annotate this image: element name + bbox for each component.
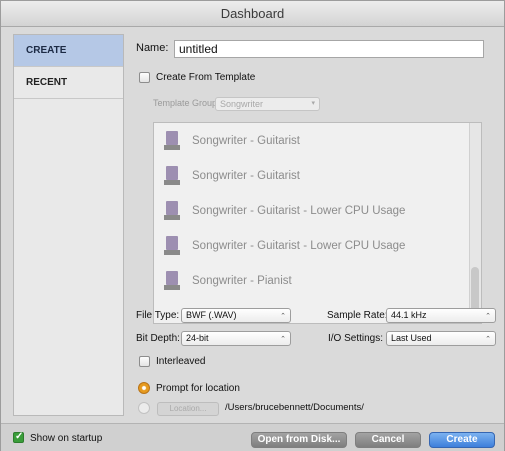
- prompt-location-radio[interactable]: [138, 382, 150, 394]
- create-panel: Name: untitled Create From Template Temp…: [131, 34, 496, 416]
- template-label: Songwriter - Guitarist - Lower CPU Usage: [192, 240, 406, 252]
- create-from-template-checkbox[interactable]: [139, 72, 150, 83]
- file-type-select[interactable]: BWF (.WAV) ⌃: [181, 308, 291, 323]
- open-from-disk-button[interactable]: Open from Disk...: [251, 432, 347, 448]
- bit-depth-select[interactable]: 24-bit ⌃: [181, 331, 291, 346]
- sidebar-item-recent[interactable]: RECENT: [14, 67, 123, 99]
- window-title: Dashboard: [1, 1, 504, 27]
- location-path: /Users/brucebennett/Documents/: [225, 402, 364, 413]
- template-label: Songwriter - Guitarist: [192, 170, 301, 182]
- chevron-down-icon: ⌃: [280, 336, 286, 343]
- create-button[interactable]: Create: [429, 432, 495, 448]
- session-file-icon: [164, 166, 180, 186]
- chevron-down-icon: ⌃: [485, 313, 491, 320]
- session-file-icon: [164, 201, 180, 221]
- chevron-down-icon: ⌃: [485, 336, 491, 343]
- cancel-button[interactable]: Cancel: [355, 432, 421, 448]
- interleaved-label: Interleaved: [156, 356, 206, 367]
- template-list-scrollbar[interactable]: [469, 123, 481, 323]
- sample-rate-select[interactable]: 44.1 kHz ⌃: [386, 308, 496, 323]
- template-group-select[interactable]: Songwriter ▾: [215, 97, 320, 111]
- show-on-startup-label: Show on startup: [30, 433, 103, 444]
- name-input[interactable]: untitled: [174, 40, 484, 58]
- session-file-icon: [164, 236, 180, 256]
- chevron-down-icon: ▾: [311, 100, 315, 107]
- location-radio[interactable]: [138, 402, 150, 414]
- template-label: Songwriter - Guitarist: [192, 135, 301, 147]
- file-type-label: File Type:: [136, 310, 180, 321]
- template-label: Songwriter - Guitarist - Lower CPU Usage: [192, 205, 406, 217]
- show-on-startup-checkbox[interactable]: [13, 431, 24, 443]
- list-item[interactable]: Songwriter - Pianist: [154, 265, 464, 299]
- create-from-template-label: Create From Template: [156, 72, 256, 83]
- sidebar: CREATE RECENT: [13, 34, 124, 416]
- file-type-value: BWF (.WAV): [186, 310, 237, 320]
- list-item[interactable]: Songwriter - Guitarist - Lower CPU Usage: [154, 230, 464, 264]
- list-item[interactable]: Songwriter - Guitarist: [154, 160, 464, 194]
- template-group-label: Template Group:: [153, 98, 220, 108]
- choose-location-button[interactable]: Location...: [157, 402, 219, 416]
- list-item[interactable]: Songwriter - Guitarist - Lower CPU Usage: [154, 195, 464, 229]
- prompt-location-label: Prompt for location: [156, 383, 240, 394]
- sample-rate-label: Sample Rate:: [327, 310, 388, 321]
- dashboard-window: Dashboard CREATE RECENT Name: untitled C…: [0, 0, 505, 451]
- io-settings-select[interactable]: Last Used ⌃: [386, 331, 496, 346]
- chevron-down-icon: ⌃: [280, 313, 286, 320]
- bit-depth-value: 24-bit: [186, 333, 209, 343]
- sample-rate-value: 44.1 kHz: [391, 310, 427, 320]
- name-label: Name:: [136, 42, 169, 54]
- interleaved-checkbox[interactable]: [139, 356, 150, 367]
- template-list[interactable]: Songwriter - Guitarist Songwriter - Guit…: [153, 122, 482, 324]
- session-file-icon: [164, 131, 180, 151]
- template-group-value: Songwriter: [220, 99, 264, 109]
- io-settings-label: I/O Settings:: [328, 333, 384, 344]
- bit-depth-label: Bit Depth:: [136, 333, 180, 344]
- list-item[interactable]: Songwriter - Guitarist: [154, 125, 464, 159]
- template-label: Songwriter - Pianist: [192, 275, 292, 287]
- footer-bar: Show on startup Open from Disk... Cancel…: [1, 423, 504, 451]
- session-file-icon: [164, 271, 180, 291]
- io-settings-value: Last Used: [391, 333, 432, 343]
- sidebar-item-create[interactable]: CREATE: [14, 35, 123, 67]
